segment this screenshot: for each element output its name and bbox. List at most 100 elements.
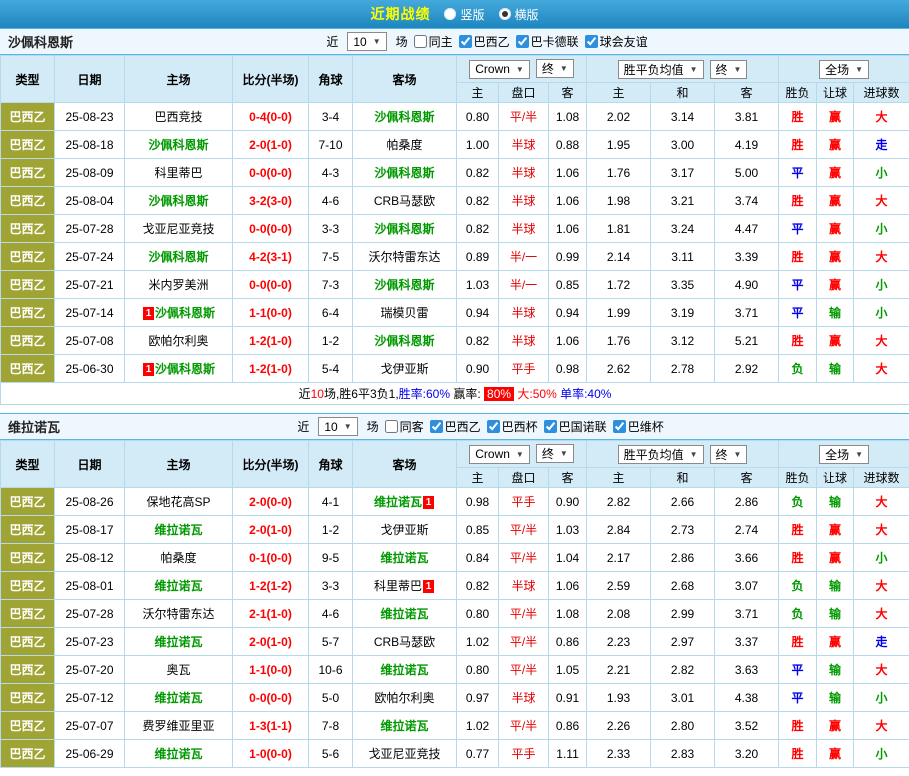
- chevron-down-icon: ▼: [344, 422, 352, 431]
- filter-checkbox-input[interactable]: [544, 420, 557, 433]
- sub-header: 盘口: [499, 468, 549, 488]
- sub-header: 主: [587, 83, 651, 103]
- score-cell: 4-2(3-1): [233, 243, 309, 271]
- score-cell: 2-0(1-0): [233, 628, 309, 656]
- team-name: CRB马瑟欧: [374, 635, 435, 649]
- handicap-result-cell: 赢: [817, 712, 854, 740]
- league-type-cell: 巴西乙: [1, 544, 55, 572]
- summary-segment: 场,胜6平3负1,: [324, 387, 399, 401]
- match-count-select[interactable]: 10▼: [347, 32, 386, 51]
- result-cell: 负: [779, 572, 817, 600]
- away-team-cell: 戈伊亚斯: [353, 355, 457, 383]
- bookmaker-select[interactable]: Crown▼: [469, 60, 530, 79]
- filter-checkbox-input[interactable]: [613, 420, 626, 433]
- team-name: CRB马瑟欧: [374, 194, 435, 208]
- handicap-result-cell: 赢: [817, 516, 854, 544]
- col-header-away: 客场: [353, 441, 457, 488]
- filter-checkbox[interactable]: 巴卡德联: [516, 33, 579, 50]
- radio-horizontal-icon[interactable]: [499, 8, 511, 20]
- average-odds-select[interactable]: 胜平负均值▼: [618, 445, 704, 464]
- avg-home-odds-cell: 1.98: [587, 187, 651, 215]
- league-type-cell: 巴西乙: [1, 243, 55, 271]
- goals-result-cell: 大: [854, 656, 909, 684]
- date-cell: 25-08-01: [55, 572, 125, 600]
- result-scope-group: 全场▼: [779, 56, 909, 83]
- filter-checkbox[interactable]: 巴西乙: [430, 418, 481, 435]
- corner-cell: 7-3: [309, 271, 353, 299]
- table-row: 巴西乙25-07-08欧帕尔利奥1-2(1-0)1-2沙佩科恩斯0.82半球1.…: [1, 327, 909, 355]
- corner-cell: 5-0: [309, 684, 353, 712]
- filter-checkbox-label: 巴维杯: [628, 418, 664, 435]
- final-odds-select[interactable]: 终▼: [536, 444, 574, 463]
- goals-result-cell: 大: [854, 103, 909, 131]
- filter-checkbox[interactable]: 同客: [385, 418, 424, 435]
- match-count-select[interactable]: 10▼: [318, 417, 357, 436]
- filter-checkbox-input[interactable]: [414, 35, 427, 48]
- avg-away-odds-cell: 4.38: [715, 684, 779, 712]
- filter-checkbox[interactable]: 球会友谊: [585, 33, 648, 50]
- bookmaker-select[interactable]: Crown▼: [469, 445, 530, 464]
- filter-checkbox-input[interactable]: [585, 35, 598, 48]
- final-odds-select-2[interactable]: 终▼: [710, 60, 748, 79]
- average-odds-select[interactable]: 胜平负均值▼: [618, 60, 704, 79]
- filter-checkbox-input[interactable]: [459, 35, 472, 48]
- filter-checkbox-input[interactable]: [487, 420, 500, 433]
- scope-select[interactable]: 全场▼: [819, 445, 869, 464]
- home-team-cell: 维拉诺瓦: [125, 684, 233, 712]
- red-card-badge: 1: [143, 363, 154, 376]
- filter-checkbox[interactable]: 巴国诺联: [544, 418, 607, 435]
- filter-checkbox-input[interactable]: [516, 35, 529, 48]
- avg-home-odds-cell: 1.93: [587, 684, 651, 712]
- ah-line-cell: 半球: [499, 215, 549, 243]
- avg-home-odds-cell: 2.14: [587, 243, 651, 271]
- home-team-cell: 欧帕尔利奥: [125, 327, 233, 355]
- ah-away-odds-cell: 0.88: [549, 131, 587, 159]
- result-cell: 负: [779, 355, 817, 383]
- radio-vertical-icon[interactable]: [444, 8, 456, 20]
- summary-segment: 80%: [484, 387, 514, 401]
- score-cell: 1-2(1-0): [233, 355, 309, 383]
- layout-option-vertical[interactable]: 竖版: [444, 6, 484, 23]
- filter-checkbox[interactable]: 巴维杯: [613, 418, 664, 435]
- avg-home-odds-cell: 2.23: [587, 628, 651, 656]
- filter-checkbox[interactable]: 巴西杯: [487, 418, 538, 435]
- table-row: 巴西乙25-06-29维拉诺瓦1-0(0-0)5-6戈亚尼亚竞技0.77平手1.…: [1, 740, 909, 768]
- result-cell: 平: [779, 299, 817, 327]
- ah-away-odds-cell: 0.98: [549, 355, 587, 383]
- final-odds-select-2[interactable]: 终▼: [710, 445, 748, 464]
- near-label: 近: [326, 33, 338, 50]
- filter-checkbox[interactable]: 巴西乙: [459, 33, 510, 50]
- goals-result-cell: 大: [854, 355, 909, 383]
- team-name: 沙佩科恩斯: [374, 110, 434, 124]
- filter-checkbox-input[interactable]: [430, 420, 443, 433]
- avg-home-odds-cell: 2.84: [587, 516, 651, 544]
- avg-away-odds-cell: 3.52: [715, 712, 779, 740]
- goals-result-cell: 大: [854, 600, 909, 628]
- final-odds-select[interactable]: 终▼: [536, 59, 574, 78]
- home-team-cell: 戈亚尼亚竞技: [125, 215, 233, 243]
- avg-draw-odds-cell: 2.83: [651, 740, 715, 768]
- sub-header: 胜负: [779, 468, 817, 488]
- avg-draw-odds-cell: 3.14: [651, 103, 715, 131]
- date-cell: 25-06-29: [55, 740, 125, 768]
- away-team-cell: 沙佩科恩斯: [353, 215, 457, 243]
- layout-option-horizontal[interactable]: 横版: [499, 6, 539, 23]
- ah-away-odds-cell: 1.04: [549, 544, 587, 572]
- date-cell: 25-07-24: [55, 243, 125, 271]
- handicap-result-cell: 输: [817, 572, 854, 600]
- team-name: 沙佩科恩斯: [148, 138, 208, 152]
- handicap-result-cell: 输: [817, 600, 854, 628]
- handicap-result-cell: 赢: [817, 215, 854, 243]
- score-cell: 2-0(1-0): [233, 131, 309, 159]
- ah-line-cell: 半球: [499, 684, 549, 712]
- filter-checkbox-input[interactable]: [385, 420, 398, 433]
- home-team-cell: 维拉诺瓦: [125, 628, 233, 656]
- handicap-result-cell: 输: [817, 299, 854, 327]
- scope-select[interactable]: 全场▼: [819, 60, 869, 79]
- team-name-title: 维拉诺瓦: [8, 417, 60, 436]
- ah-line-cell: 平/半: [499, 712, 549, 740]
- filter-checkbox[interactable]: 同主: [414, 33, 453, 50]
- corner-cell: 1-2: [309, 516, 353, 544]
- ah-line-cell: 平/半: [499, 544, 549, 572]
- avg-home-odds-cell: 2.82: [587, 488, 651, 516]
